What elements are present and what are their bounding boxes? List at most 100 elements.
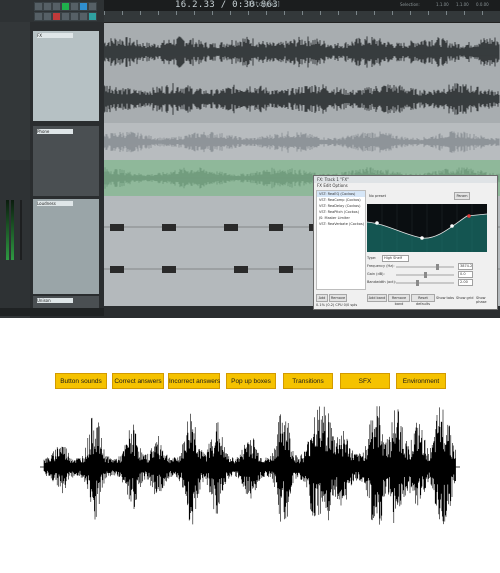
ruler-tick <box>266 11 267 15</box>
fx-chain-list[interactable]: VST: ReaEQ (Cockos) VST: ReaComp (Cockos… <box>316 190 366 290</box>
selection-start: 1.1.00 <box>436 2 449 7</box>
track-lane-phone[interactable] <box>104 123 500 160</box>
ruler-tick <box>320 11 321 15</box>
category-environment[interactable]: Environment <box>396 373 446 389</box>
toolbar-button[interactable] <box>61 12 70 21</box>
reset-defaults-button[interactable]: Reset defaults <box>411 294 435 306</box>
preset-label[interactable]: No preset <box>369 194 386 198</box>
transport-state: [Stopped] <box>248 1 281 8</box>
band-type-select[interactable]: High Shelf <box>382 255 409 262</box>
audio-waveform-illustration <box>40 406 460 525</box>
ruler-tick <box>212 11 213 15</box>
daw-screenshot: 16.2.33 / 0:30.863 [Stopped] Selection: … <box>0 0 500 318</box>
remove-band-button[interactable]: Remove band <box>388 294 410 306</box>
show-phase-checkbox[interactable]: Show phase <box>476 296 497 304</box>
track-lane-fx[interactable] <box>104 23 500 123</box>
toolbar-button[interactable] <box>79 12 88 21</box>
ruler-tick <box>176 11 177 15</box>
midi-note <box>279 266 293 273</box>
track-header-fx[interactable]: FX <box>32 30 100 122</box>
midi-note <box>110 266 124 273</box>
selection-label: Selection: <box>400 2 420 7</box>
daw-toolbar <box>0 0 104 22</box>
bandwidth-label: Bandwidth (oct): <box>367 280 397 284</box>
ruler-tick <box>122 11 123 15</box>
param-button[interactable]: Param <box>454 192 470 200</box>
track-header-loudness[interactable]: Loudness <box>32 198 100 295</box>
remove-fx-button[interactable]: Remove <box>329 294 347 302</box>
level-meter <box>11 200 14 260</box>
ruler-tick <box>230 11 231 15</box>
toolbar-button[interactable] <box>43 12 52 21</box>
category-incorrect-answers[interactable]: Incorrect answers <box>168 373 220 389</box>
slider-thumb[interactable] <box>416 280 419 286</box>
bandwidth-slider[interactable] <box>396 280 454 286</box>
add-fx-button[interactable]: Add <box>316 294 328 302</box>
track-name[interactable]: Phone <box>37 129 73 134</box>
ruler-tick <box>374 11 375 15</box>
waveform-path <box>104 131 500 153</box>
show-grid-checkbox[interactable]: Show grid <box>456 296 473 300</box>
frequency-label: Frequency (Hz): <box>367 264 395 268</box>
gain-input[interactable]: 0.0 <box>458 271 473 278</box>
track-header-unison[interactable]: Unison <box>32 295 100 309</box>
frequency-input[interactable]: 3874.2 <box>458 263 473 270</box>
midi-note <box>162 224 176 231</box>
waveform <box>104 36 500 68</box>
waveform-path <box>104 36 500 68</box>
frequency-slider[interactable] <box>396 264 454 270</box>
toolbar-button[interactable] <box>79 2 88 11</box>
toolbar-button[interactable] <box>88 2 97 11</box>
category-button-sounds[interactable]: Button sounds <box>55 373 107 389</box>
play-button[interactable] <box>61 2 70 11</box>
fx-window[interactable]: FX: Track 1 "FX" FX Edit Options VST: Re… <box>313 175 498 310</box>
ruler-tick <box>140 11 141 15</box>
track-name[interactable]: FX <box>37 33 73 38</box>
record-button[interactable] <box>52 12 61 21</box>
toolbar-button[interactable] <box>52 2 61 11</box>
category-sfx[interactable]: SFX <box>340 373 390 389</box>
ruler-tick <box>482 11 483 15</box>
fx-chain-item[interactable]: VST: ReaVerbate (Cockos) <box>317 221 365 227</box>
eq-band-node <box>467 214 471 218</box>
gain-slider[interactable] <box>396 272 454 278</box>
waveform <box>104 83 500 115</box>
category-transitions[interactable]: Transitions <box>283 373 333 389</box>
ruler-tick <box>284 11 285 15</box>
eq-graph[interactable] <box>367 204 487 252</box>
slider-thumb[interactable] <box>436 264 439 270</box>
ruler-tick <box>104 11 105 15</box>
track-header-phone[interactable]: Phone <box>32 125 100 197</box>
slider-thumb[interactable] <box>424 272 427 278</box>
show-tabs-checkbox[interactable]: Show tabs <box>436 296 454 300</box>
track-name[interactable]: Unison <box>37 298 73 303</box>
timeline-ruler[interactable] <box>104 11 500 23</box>
add-band-button[interactable]: Add band <box>367 294 387 302</box>
eq-band-node <box>450 224 454 228</box>
volume-fader[interactable] <box>20 200 22 260</box>
gain-label: Gain (dB): <box>367 272 385 276</box>
ruler-tick <box>356 11 357 15</box>
ruler-tick <box>446 11 447 15</box>
toolbar-button[interactable] <box>70 2 79 11</box>
toolbar-button[interactable] <box>70 12 79 21</box>
ruler-tick <box>248 11 249 15</box>
fx-menu-bar[interactable]: FX Edit Options <box>314 183 497 189</box>
midi-note <box>224 224 238 231</box>
fx-window-title[interactable]: FX: Track 1 "FX" <box>314 176 497 183</box>
track-name[interactable]: Loudness <box>37 201 73 206</box>
fx-status: 0.1% (0.2) CPU 0/0 spls <box>316 303 358 307</box>
ruler-tick <box>194 11 195 15</box>
category-correct-answers[interactable]: Correct answers <box>112 373 164 389</box>
category-pop-up-boxes[interactable]: Pop up boxes <box>226 373 276 389</box>
toolbar-button[interactable] <box>34 12 43 21</box>
ruler-tick <box>392 11 393 15</box>
eq-band-node <box>420 236 424 240</box>
waveform-path <box>43 406 456 525</box>
sound-category-bar: Button sounds Correct answers Incorrect … <box>0 373 500 389</box>
toolbar-button[interactable] <box>34 2 43 11</box>
ruler-tick <box>158 11 159 15</box>
toolbar-button[interactable] <box>88 12 97 21</box>
toolbar-button[interactable] <box>43 2 52 11</box>
bandwidth-input[interactable]: 2.00 <box>458 279 473 286</box>
